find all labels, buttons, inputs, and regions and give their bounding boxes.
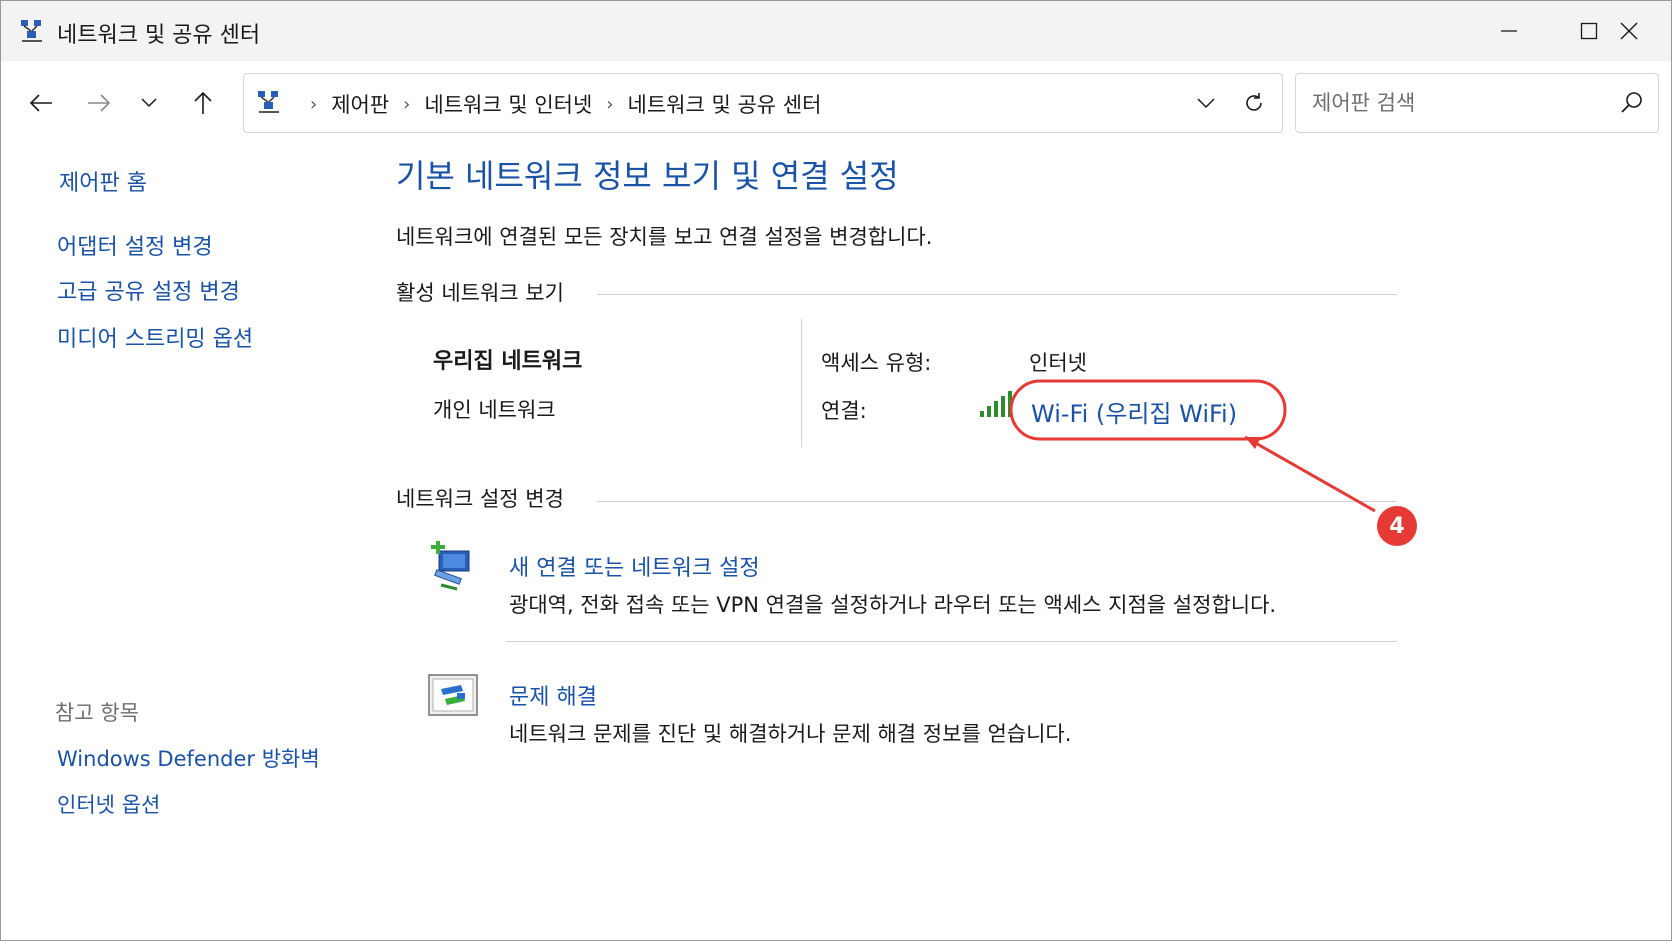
task-divider [506, 641, 1397, 642]
navigation-bar: › 제어판 › 네트워크 및 인터넷 › 네트워크 및 공유 센터 [1, 61, 1671, 141]
network-center-icon [258, 91, 279, 113]
access-type-value: 인터넷 [1029, 351, 1087, 375]
active-networks-header: 활성 네트워크 보기 [396, 281, 564, 305]
address-bar[interactable]: › 제어판 › 네트워크 및 인터넷 › 네트워크 및 공유 센터 [243, 73, 1283, 133]
annotation-arrowhead [1245, 437, 1261, 449]
forward-button[interactable] [79, 83, 119, 123]
section-divider [597, 294, 1397, 295]
troubleshoot-description: 네트워크 문제를 진단 및 해결하거나 문제 해결 정보를 얻습니다. [509, 722, 1072, 746]
troubleshoot-icon[interactable] [427, 673, 479, 725]
see-also-header: 참고 항목 [55, 701, 139, 725]
refresh-button[interactable] [1238, 88, 1270, 118]
sidebar-link-advanced-sharing[interactable]: 고급 공유 설정 변경 [57, 274, 240, 306]
page-title: 기본 네트워크 정보 보기 및 연결 설정 [396, 157, 899, 195]
annotation-overlay [1009, 379, 1376, 513]
breadcrumb-separator: › [403, 93, 411, 115]
see-also-internet-options-link[interactable]: 인터넷 옵션 [57, 789, 160, 819]
up-button[interactable] [183, 83, 223, 123]
back-button[interactable] [21, 83, 61, 123]
sidebar-link-control-panel-home[interactable]: 제어판 홈 [59, 165, 147, 197]
breadcrumb-separator: › [606, 93, 614, 115]
sidebar-link-adapter-settings[interactable]: 어댑터 설정 변경 [57, 229, 213, 261]
connection-label: 연결: [821, 399, 867, 423]
close-button[interactable] [1589, 1, 1669, 61]
vertical-divider [801, 319, 802, 447]
network-center-icon [21, 20, 42, 42]
arrow-left-icon [29, 94, 52, 112]
search-box[interactable] [1295, 73, 1659, 133]
see-also-firewall-link[interactable]: Windows Defender 방화벽 [57, 743, 320, 773]
annotation-badge: 4 [1377, 506, 1417, 546]
chevron-down-icon [1197, 98, 1215, 109]
chevron-down-icon [141, 98, 157, 108]
refresh-icon [1246, 93, 1262, 111]
minimize-button[interactable] [1469, 1, 1549, 61]
wifi-connection-link[interactable]: Wi-Fi (우리집 WiFi) [1031, 394, 1237, 429]
page-subtitle: 네트워크에 연결된 모든 장치를 보고 연결 설정을 변경합니다. [396, 225, 933, 249]
window-title: 네트워크 및 공유 센터 [57, 23, 261, 48]
access-type-label: 액세스 유형: [821, 351, 932, 375]
sidebar-link-media-streaming[interactable]: 미디어 스트리밍 옵션 [57, 321, 253, 353]
title-bar: 네트워크 및 공유 센터 [1, 1, 1671, 61]
wifi-signal-icon [980, 391, 1012, 417]
search-input[interactable] [1310, 86, 1614, 120]
network-sharing-center-window: 네트워크 및 공유 센터 › 제어판 › 네트워크 및 인터넷 › 네트워크 및… [0, 0, 1672, 941]
arrow-right-icon [88, 94, 111, 112]
new-connection-icon[interactable] [427, 541, 479, 593]
search-icon[interactable] [1618, 89, 1646, 117]
network-name: 우리집 네트워크 [433, 349, 583, 374]
new-connection-link[interactable]: 새 연결 또는 네트워크 설정 [509, 550, 760, 582]
recent-locations-button[interactable] [129, 83, 169, 123]
breadcrumb-control-panel[interactable]: 제어판 [331, 89, 389, 119]
breadcrumb: › 제어판 › 네트워크 및 인터넷 › 네트워크 및 공유 센터 [296, 89, 821, 119]
troubleshoot-link[interactable]: 문제 해결 [509, 679, 597, 711]
breadcrumb-separator: › [310, 93, 318, 115]
breadcrumb-network-internet[interactable]: 네트워크 및 인터넷 [424, 89, 592, 119]
section-divider [597, 501, 1397, 502]
close-icon [1620, 22, 1638, 40]
breadcrumb-network-sharing-center[interactable]: 네트워크 및 공유 센터 [628, 89, 822, 119]
minimize-icon [1501, 30, 1517, 32]
arrow-up-icon [194, 91, 212, 114]
new-connection-description: 광대역, 전화 접속 또는 VPN 연결을 설정하거나 라우터 또는 액세스 지… [509, 593, 1277, 617]
address-history-button[interactable] [1190, 88, 1222, 118]
change-settings-header: 네트워크 설정 변경 [396, 487, 564, 511]
annotation-pointer [1244, 435, 1376, 513]
network-type: 개인 네트워크 [433, 398, 556, 422]
